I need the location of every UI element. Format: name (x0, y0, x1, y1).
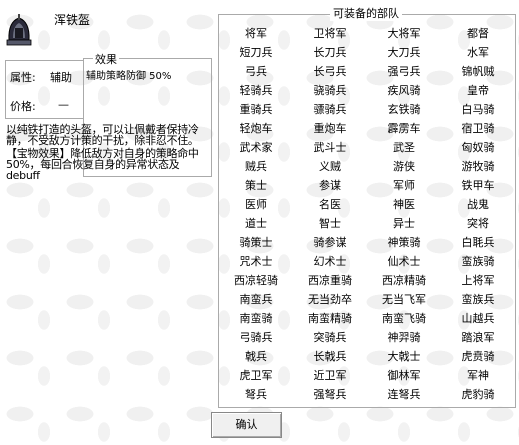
unit-type-item: 蛮族兵 (461, 293, 495, 306)
unit-type-item: 战鬼 (467, 198, 489, 211)
unit-type-item: 南蛮骑 (239, 312, 273, 325)
unit-type-item: 游侠 (393, 160, 415, 173)
unit-type-item: 疾风骑 (387, 84, 421, 97)
unit-type-item: 仙术士 (387, 255, 421, 268)
unit-type-item: 军神 (467, 369, 489, 382)
unit-type-item: 武术家 (239, 141, 273, 154)
unit-type-item: 卫将军 (313, 27, 347, 40)
unit-type-item: 神羿骑 (387, 331, 421, 344)
unit-type-item: 御林军 (387, 369, 421, 382)
unit-type-item: 智士 (319, 217, 341, 230)
unit-type-item: 南蛮兵 (239, 293, 273, 306)
unit-type-item: 踏浪军 (461, 331, 495, 344)
unit-type-item: 神策骑 (387, 236, 421, 249)
unit-type-item: 无当劲卒 (308, 293, 352, 306)
unit-type-item: 玄铁骑 (387, 103, 421, 116)
unit-type-item: 游牧骑 (461, 160, 495, 173)
unit-type-item: 骑参谋 (313, 236, 347, 249)
equippable-units-title: 可装备的部队 (330, 5, 402, 21)
item-description: 以纯铁打造的头盔，可以让佩戴者保持冷静，不受敌方计策的干扰，除非忍不住。 【宝物… (6, 124, 212, 183)
unit-type-item: 匈奴骑 (461, 141, 495, 154)
unit-type-item: 无当飞军 (382, 293, 426, 306)
unit-type-item: 长戟兵 (313, 350, 347, 363)
unit-type-item: 虎卫军 (239, 369, 273, 382)
unit-type-item: 皇帝 (467, 84, 489, 97)
unit-type-item: 弓骑兵 (239, 331, 273, 344)
unit-type-item: 西凉精骑 (382, 274, 426, 287)
unit-type-item: 短刀兵 (239, 46, 273, 59)
unit-type-item: 强弓兵 (387, 65, 421, 78)
unit-type-item: 医师 (245, 198, 267, 211)
unit-type-item: 武斗士 (313, 141, 347, 154)
unit-type-item: 大将军 (387, 27, 421, 40)
unit-type-item: 上将军 (461, 274, 495, 287)
price-label: 价格: (10, 100, 36, 113)
unit-type-item: 名医 (319, 198, 341, 211)
unit-type-item: 道士 (245, 217, 267, 230)
unit-type-item: 骁骑兵 (313, 84, 347, 97)
unit-type-item: 大戟士 (387, 350, 421, 363)
unit-type-item: 都督 (467, 27, 489, 40)
unit-type-item: 骑策士 (239, 236, 273, 249)
unit-type-item: 南蛮飞骑 (382, 312, 426, 325)
unit-type-item: 白毦兵 (461, 236, 495, 249)
unit-type-item: 锦帆贼 (461, 65, 495, 78)
unit-type-item: 突骑兵 (313, 331, 347, 344)
unit-type-item: 弓兵 (245, 65, 267, 78)
unit-type-item: 西凉重骑 (308, 274, 352, 287)
unit-type-item: 水军 (467, 46, 489, 59)
unit-type-item: 南蛮精骑 (308, 312, 352, 325)
unit-type-item: 骠骑兵 (313, 103, 347, 116)
unit-type-item: 蛮族骑 (461, 255, 495, 268)
unit-type-item: 幻术士 (313, 255, 347, 268)
unit-type-item: 轻炮车 (239, 122, 273, 135)
unit-type-item: 西凉轻骑 (234, 274, 278, 287)
description-text: 以纯铁打造的头盔，可以让佩戴者保持冷静，不受敌方计策的干扰，除非忍不住。 (6, 123, 199, 147)
item-name: 浑铁盔 (54, 13, 91, 27)
unit-type-item: 轻骑兵 (239, 84, 273, 97)
unit-type-item: 虎贲骑 (461, 350, 495, 363)
unit-type-item: 贼兵 (245, 160, 267, 173)
unit-type-item: 武圣 (393, 141, 415, 154)
unit-type-item: 策士 (245, 179, 267, 192)
unit-type-item: 白马骑 (461, 103, 495, 116)
treasure-effect-text: 【宝物效果】降低敌方对自身的策略命中50%，每回合恢复自身的异常状态及debuf… (6, 147, 199, 182)
unit-type-item: 义贼 (319, 160, 341, 173)
attribute-value: 辅助 (50, 71, 72, 84)
unit-type-item: 山越兵 (461, 312, 495, 325)
unit-type-item: 铁甲车 (461, 179, 495, 192)
unit-type-item: 异士 (393, 217, 415, 230)
unit-type-item: 大刀兵 (387, 46, 421, 59)
unit-type-item: 重炮车 (313, 122, 347, 135)
unit-type-item: 霹雳车 (387, 122, 421, 135)
unit-type-item: 连弩兵 (387, 388, 421, 401)
price-value: — (58, 98, 69, 111)
unit-grid: 将军 卫将军 大将军 都督短刀兵 长刀兵 大刀兵 水军弓兵 长弓兵 强弓兵 锦帆贼轻骑兵 骁骑兵 疾风… (219, 24, 515, 404)
unit-type-item: 长弓兵 (313, 65, 347, 78)
unit-type-item: 弩兵 (245, 388, 267, 401)
confirm-button[interactable]: 确认 (211, 412, 282, 438)
unit-type-item: 虎豹骑 (461, 388, 495, 401)
unit-type-item: 军师 (393, 179, 415, 192)
effect-text: 辅助策略防御 50% (86, 71, 172, 82)
unit-type-item: 神医 (393, 198, 415, 211)
unit-type-item: 咒术士 (239, 255, 273, 268)
unit-type-item: 参谋 (319, 179, 341, 192)
helmet-icon (5, 10, 33, 50)
unit-type-item: 重骑兵 (239, 103, 273, 116)
unit-type-item: 强弩兵 (313, 388, 347, 401)
attribute-label: 属性: (10, 71, 36, 84)
unit-type-item: 近卫军 (313, 369, 347, 382)
effect-title: 效果 (93, 51, 119, 67)
unit-type-item: 将军 (245, 27, 267, 40)
unit-type-item: 宿卫骑 (461, 122, 495, 135)
unit-type-item: 戟兵 (245, 350, 267, 363)
unit-type-item: 长刀兵 (313, 46, 347, 59)
unit-type-item: 突将 (467, 217, 489, 230)
